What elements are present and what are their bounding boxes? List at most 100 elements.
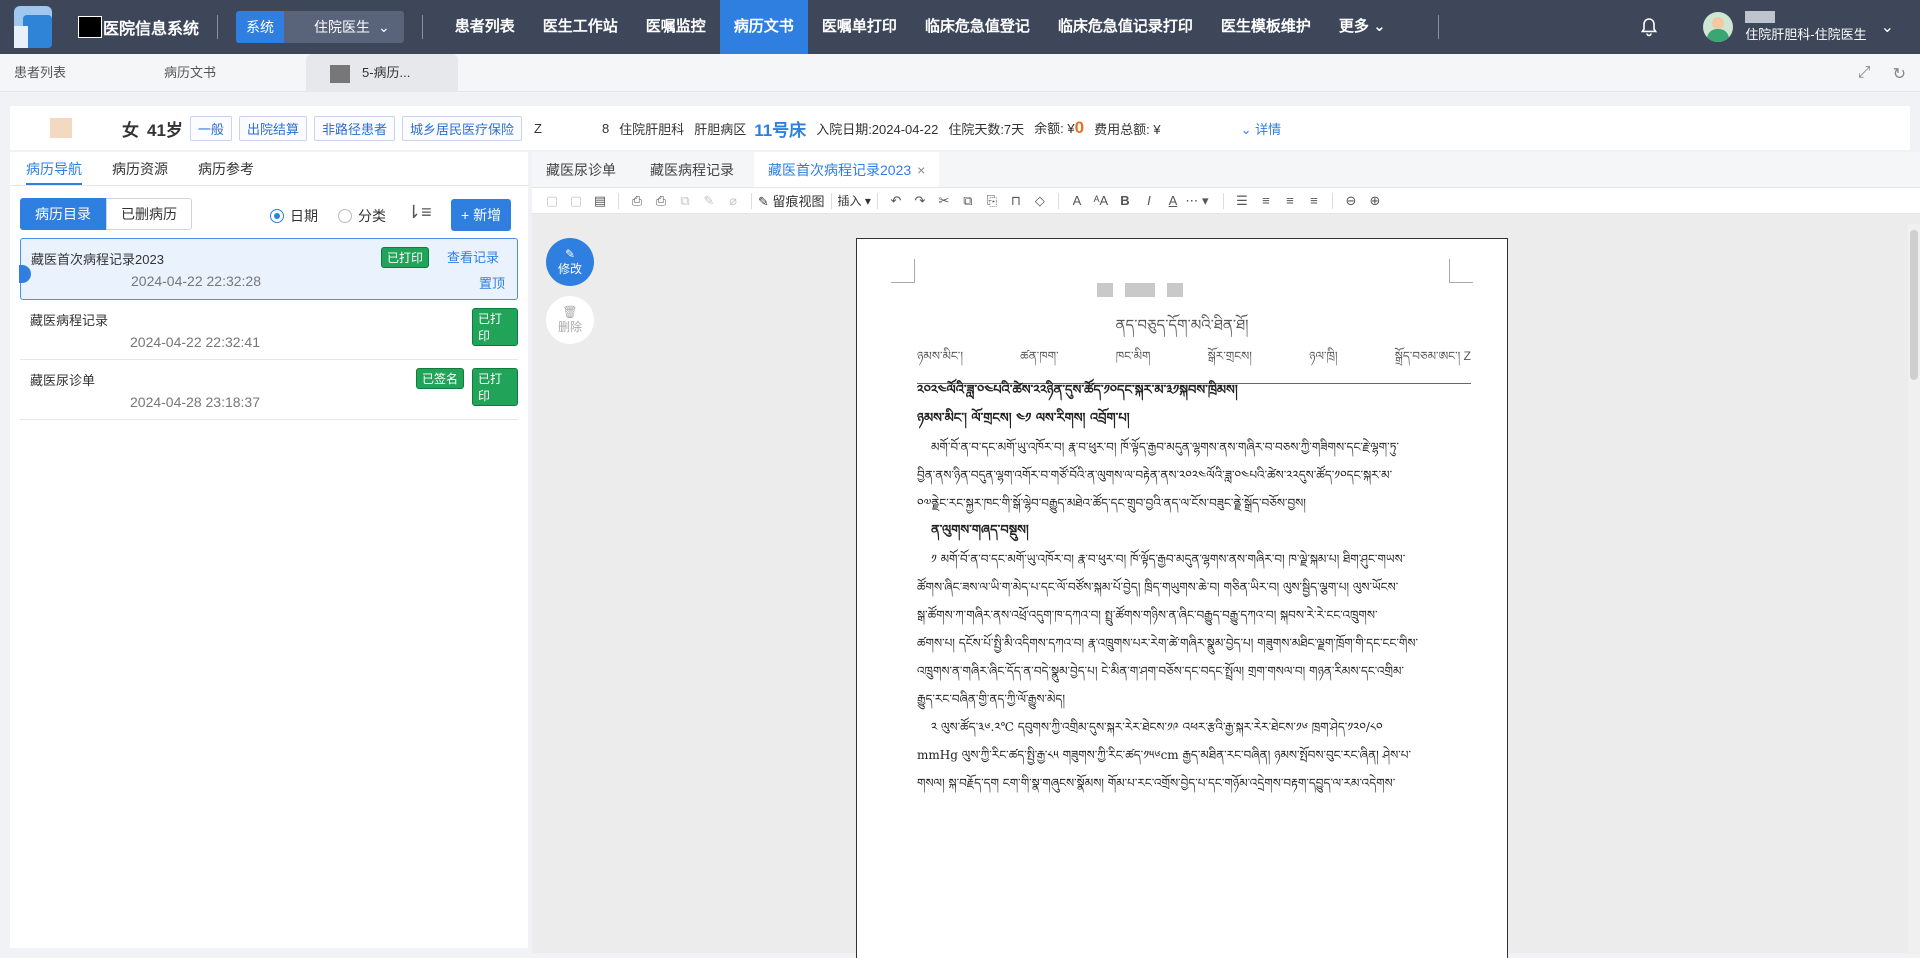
open-icon[interactable]: ▢	[564, 193, 588, 209]
scrollbar[interactable]	[1908, 224, 1920, 954]
collapse-handle[interactable]	[19, 265, 31, 283]
copy-format-icon[interactable]: ⧉	[673, 193, 697, 209]
fullscreen-icon[interactable]: ⤢	[1858, 64, 1871, 84]
align-center-icon[interactable]: ≡	[1278, 193, 1302, 208]
new-record-button[interactable]: + 新增	[451, 199, 512, 231]
editor-toolbar: ▢ ▢ ▤ ⎙ ⎙ ⧉ ✎ ⌀ ✎ 留痕视图 插入 ▾ ↶ ↷ ✂ ⧉ ⎘ ⊓ …	[532, 188, 1920, 214]
italic-icon[interactable]: I	[1137, 193, 1161, 208]
patient-dept: 住院肝胆科	[619, 121, 685, 137]
role-select[interactable]: 住院医生 ⌄	[284, 11, 404, 43]
eraser-icon[interactable]: ⌀	[721, 193, 745, 209]
pin-top-link[interactable]: 置顶	[479, 273, 505, 292]
printed-badge: 已打印	[381, 247, 430, 268]
nav-doctor-station[interactable]: 医生工作站	[529, 0, 632, 54]
admit-date: 入院日期:2024-04-22	[816, 121, 939, 137]
lock-icon[interactable]: ⊓	[1004, 193, 1028, 209]
doc-tab-urine[interactable]: 藏医尿诊单	[532, 152, 630, 187]
print-icon[interactable]: ⎙	[625, 193, 649, 209]
nav-more[interactable]: 更多 ⌄	[1325, 0, 1400, 54]
printed-badge: 已打印	[472, 308, 518, 346]
chevron-down-icon: ⌄	[1373, 18, 1386, 35]
close-icon[interactable]: ×	[917, 162, 925, 178]
bell-icon[interactable]	[1639, 17, 1659, 37]
main-nav: 患者列表 医生工作站 医嘱监控 病历文书 医嘱单打印 临床危急值登记 临床危急值…	[441, 0, 1400, 54]
document-body: ༢༠༢༤ལོའི་ཟླ་༠༤པའི་ཚེས་༢༢ཉིན་དུས་ཚོད་༡༠དང…	[917, 383, 1418, 790]
tab-record-resource[interactable]: 病历资源	[112, 152, 168, 185]
signed-badge: 已签名	[416, 368, 465, 389]
avatar[interactable]	[1703, 12, 1734, 42]
cut-icon[interactable]: ✂	[932, 193, 956, 209]
tag-insurance: 城乡居民医疗保险	[401, 115, 522, 141]
print-preview-icon[interactable]: ⎙	[649, 193, 673, 209]
view-record-link[interactable]: 查看记录	[447, 247, 499, 266]
font-color-icon[interactable]: A	[1161, 193, 1185, 208]
system-switch[interactable]: 系统 住院医生 ⌄	[236, 11, 404, 43]
refresh-icon[interactable]: ↻	[1893, 64, 1906, 84]
patient-ward: 肝胆病区	[694, 121, 747, 137]
list-item[interactable]: 藏医尿诊单 2024-04-28 23:18:37 已签名 已打印	[20, 360, 518, 420]
system-label[interactable]: 系统	[236, 11, 285, 43]
delete-button[interactable]: 🗑 删除	[546, 296, 594, 344]
printed-badge: 已打印	[472, 368, 518, 406]
pen-icon: ✎	[758, 194, 769, 209]
zoom-in-icon[interactable]: ⊕	[1363, 193, 1387, 209]
chevron-down-icon: ⌄	[378, 19, 390, 35]
patient-photo	[50, 118, 72, 138]
radio-category[interactable]: 分类	[338, 206, 386, 226]
balance: 余额: ¥0	[1034, 118, 1085, 137]
new-doc-icon[interactable]: ▢	[540, 193, 564, 209]
user-info[interactable]: 住院肝胆科-住院医生	[1745, 11, 1867, 43]
document-page[interactable]: ནད་བཅུད་དོག་མའི་ཐིན་ཐོ། ཉམས་མིང་། ཚན་ཁག་…	[856, 238, 1508, 958]
align-right-icon[interactable]: ≡	[1302, 193, 1326, 208]
doc-tab-course[interactable]: 藏医病程记录	[636, 152, 748, 187]
tab-record-nav[interactable]: 病历导航	[26, 152, 82, 185]
tag-path: 非路径患者	[313, 115, 395, 141]
patient-info-bar: 女 41岁 一般 出院结算 非路径患者 城乡居民医疗保险 Z 8 住院肝胆科 肝…	[10, 106, 1910, 150]
zoom-out-icon[interactable]: ⊖	[1339, 193, 1363, 209]
font-shrink-icon[interactable]: ᴬA	[1089, 193, 1113, 208]
list-item[interactable]: 藏医病程记录 2024-04-22 22:32:41 已打印	[20, 300, 518, 360]
patient-bed: 11号床	[754, 120, 807, 140]
nav-template[interactable]: 医生模板维护	[1207, 0, 1325, 54]
nav-medical-records[interactable]: 病历文书	[719, 0, 808, 54]
chevron-down-icon[interactable]: ⌄	[1881, 17, 1894, 37]
redo-icon[interactable]: ↷	[908, 193, 932, 209]
font-size-icon[interactable]: A	[1065, 193, 1089, 208]
stay-days: 住院天数:7天	[948, 121, 1025, 137]
record-catalog-button[interactable]: 病历目录	[20, 198, 106, 230]
nav-patient-list[interactable]: 患者列表	[441, 0, 529, 54]
nav-order-print[interactable]: 医嘱单打印	[808, 0, 911, 54]
nav-order-monitor[interactable]: 医嘱监控	[632, 0, 720, 54]
page-tab-patient-list[interactable]: 患者列表	[14, 54, 134, 92]
list-icon[interactable]: ☰	[1230, 193, 1254, 209]
nav-critical-print[interactable]: 临床危急值记录打印	[1044, 0, 1207, 54]
patient-code: Z	[533, 120, 542, 136]
paste-icon[interactable]: ⎘	[980, 193, 1004, 209]
hospital-logo	[14, 6, 52, 48]
nav-critical-register[interactable]: 临床危急值登记	[911, 0, 1044, 54]
align-left-icon[interactable]: ≡	[1254, 193, 1278, 208]
list-item[interactable]: 藏医首次病程记录2023 2024-04-22 22:32:28 已打印 查看记…	[19, 238, 518, 300]
page-tab-medical-records[interactable]: 病历文书	[164, 54, 284, 92]
user-dept: 住院肝胆科-住院医生	[1745, 27, 1867, 42]
trash-icon: 🗑	[562, 305, 578, 319]
undo-icon[interactable]: ↶	[884, 193, 908, 209]
save-icon[interactable]: ▤	[588, 193, 612, 209]
app-title: 医院信息系统	[78, 15, 199, 39]
more-icon[interactable]: ⋯ ▾	[1185, 193, 1209, 209]
bold-icon[interactable]: B	[1113, 193, 1137, 208]
page-tab-current[interactable]: 5-病历...	[306, 54, 458, 92]
patient-sex: 女	[122, 120, 139, 140]
doc-tab-first-course[interactable]: 藏医首次病程记录2023 ×	[754, 152, 940, 187]
radio-date[interactable]: 日期	[270, 206, 318, 226]
insert-menu[interactable]: 插入 ▾	[838, 192, 871, 209]
tab-record-reference[interactable]: 病历参考	[198, 152, 254, 185]
deleted-records-button[interactable]: 已删病历	[106, 198, 192, 230]
copy-icon[interactable]: ⧉	[956, 193, 980, 209]
brush-icon[interactable]: ✎	[697, 193, 721, 209]
clear-icon[interactable]: ◇	[1028, 193, 1052, 209]
detail-link[interactable]: ⌄ 详情	[1241, 119, 1282, 138]
trace-view-button[interactable]: ✎ 留痕视图	[758, 191, 825, 210]
edit-button[interactable]: ✎ 修改	[546, 238, 594, 286]
sort-icon[interactable]: ⇂≡	[406, 202, 432, 223]
